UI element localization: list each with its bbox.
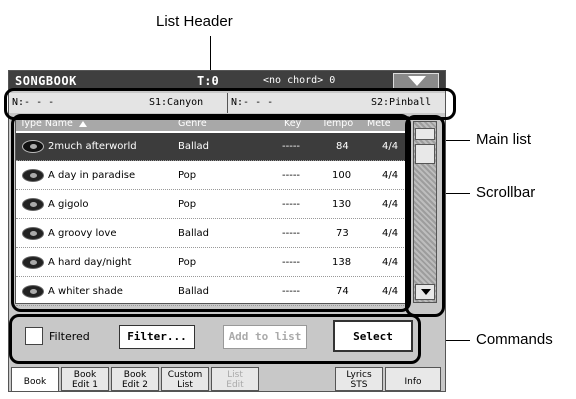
tab-book[interactable]: Book <box>11 367 59 391</box>
page-menu-button[interactable] <box>393 73 439 89</box>
triangle-down-icon <box>408 76 426 86</box>
highlight-scrollbar <box>405 115 445 317</box>
tab-book-edit-1[interactable]: Book Edit 1 <box>61 367 109 391</box>
callout-commands: Commands <box>476 331 553 348</box>
tab-book-edit-2[interactable]: Book Edit 2 <box>111 367 159 391</box>
tab-custom-list[interactable]: Custom List <box>161 367 209 391</box>
highlight-main-list <box>11 114 411 312</box>
tab-list-edit[interactable]: List Edit <box>211 367 259 391</box>
callout-list-header: List Header <box>156 13 233 30</box>
tab-info[interactable]: Info <box>385 367 441 391</box>
callout-scrollbar: Scrollbar <box>476 184 536 201</box>
chord-indicator: <no chord> 0 <box>263 75 336 86</box>
highlight-commands <box>9 314 421 364</box>
track-indicator: T:0 <box>197 74 219 88</box>
callout-main-list: Main list <box>476 131 532 148</box>
page-title: SONGBOOK <box>15 74 77 88</box>
tab-lyrics-sts[interactable]: Lyrics STS <box>335 367 383 391</box>
